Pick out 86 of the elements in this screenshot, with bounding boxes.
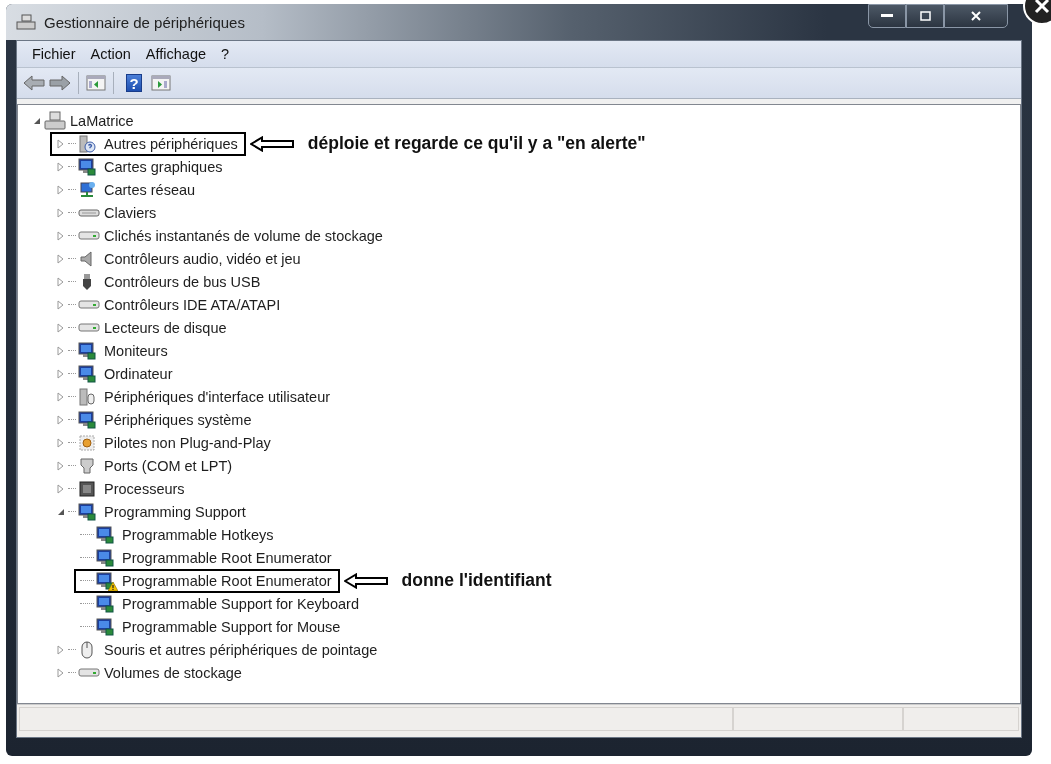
expand-arrow-icon[interactable]	[56, 299, 66, 310]
tree-item[interactable]: Programmable Support for Mouse	[122, 618, 341, 635]
menu-item[interactable]: ?	[214, 44, 237, 64]
tree-item[interactable]: Programming Support	[104, 503, 246, 520]
tree-item[interactable]: Contrôleurs de bus USB	[104, 273, 261, 290]
gear-icon	[78, 433, 96, 452]
monitor-icon	[78, 157, 96, 176]
network-icon	[78, 180, 96, 199]
tree-item[interactable]: Contrôleurs IDE ATA/ATAPI	[104, 296, 281, 313]
maximize-button[interactable]	[906, 4, 944, 28]
tree-item[interactable]: Ordinateur	[104, 365, 173, 382]
drive-icon	[78, 300, 100, 309]
annotation-text: donne l'identifiant	[401, 570, 552, 591]
monitor-icon	[78, 364, 96, 383]
monitor-icon	[78, 502, 96, 521]
tree-item[interactable]: Volumes de stockage	[104, 664, 242, 681]
expand-arrow-icon[interactable]	[56, 368, 66, 379]
minimize-icon	[881, 14, 893, 18]
tree-item[interactable]: Programmable Support for Keyboard	[122, 595, 359, 612]
maximize-icon	[919, 11, 931, 21]
input-device-icon	[78, 387, 96, 406]
drive-icon	[78, 323, 100, 332]
forward-arrow-icon[interactable]	[49, 75, 71, 91]
window-title: Gestionnaire de périphériques	[44, 13, 245, 31]
monitor-icon	[78, 410, 96, 429]
annotation-text: déploie et regarde ce qu'il y a "en alerte"	[307, 133, 646, 154]
tree-item[interactable]: Contrôleurs audio, vidéo et jeu	[104, 250, 301, 267]
tree-item[interactable]: Programmable Root Enumerator	[122, 549, 332, 566]
expand-arrow-icon[interactable]	[56, 460, 66, 471]
console-tree-icon[interactable]	[86, 75, 106, 91]
connector-icon	[78, 456, 96, 475]
monitor-icon	[96, 548, 114, 567]
expand-arrow-icon[interactable]	[56, 184, 66, 195]
pointer-arrow	[343, 572, 388, 589]
expand-arrow-icon[interactable]	[56, 391, 66, 402]
tree-item[interactable]: Ports (COM et LPT)	[104, 457, 233, 474]
pointer-arrow	[249, 135, 294, 152]
tree-item[interactable]: Programmable Hotkeys	[122, 526, 274, 543]
expand-arrow-icon[interactable]	[56, 667, 66, 678]
action-pane-icon[interactable]	[151, 75, 171, 91]
drive-icon	[78, 668, 100, 677]
expand-arrow-icon[interactable]	[56, 483, 66, 494]
close-icon	[971, 11, 981, 21]
tree-item[interactable]: Clichés instantanés de volume de stockage	[104, 227, 383, 244]
expand-arrow-icon[interactable]	[56, 414, 66, 425]
menu-item[interactable]: Affichage	[138, 44, 214, 64]
expand-arrow-icon[interactable]	[56, 276, 66, 287]
expand-arrow-icon[interactable]	[56, 322, 66, 333]
tree-item[interactable]: LaMatrice	[70, 112, 134, 129]
tree-item[interactable]: Lecteurs de disque	[104, 319, 227, 336]
computer-icon	[44, 110, 66, 131]
tree-item[interactable]: Autres périphériques	[104, 135, 238, 152]
menu-item[interactable]: Fichier	[25, 44, 83, 64]
close-button[interactable]	[944, 4, 1008, 28]
expand-arrow-icon[interactable]	[56, 345, 66, 356]
tree-item[interactable]: Souris et autres périphériques de pointage	[104, 641, 378, 658]
monitor-icon	[96, 594, 114, 613]
monitor-icon	[96, 525, 114, 544]
expand-arrow-icon[interactable]	[56, 207, 66, 218]
tree-item[interactable]: Programmable Root Enumerator	[122, 572, 332, 589]
expand-arrow-icon[interactable]	[56, 161, 66, 172]
tree-item[interactable]: Cartes réseau	[104, 181, 196, 198]
question-mark-icon	[78, 134, 96, 153]
tree-item[interactable]: Moniteurs	[104, 342, 168, 359]
monitor-icon	[96, 617, 114, 636]
monitor-icon	[96, 571, 114, 590]
computer-icon	[16, 14, 36, 30]
drive-icon	[78, 231, 100, 240]
monitor-icon	[78, 341, 96, 360]
expand-arrow-icon[interactable]	[56, 230, 66, 241]
chip-icon	[78, 479, 96, 498]
expand-arrow-icon[interactable]	[56, 138, 66, 149]
tree-item[interactable]: Périphériques système	[104, 411, 252, 428]
minimize-button[interactable]	[868, 4, 906, 28]
expand-arrow-icon[interactable]	[56, 644, 66, 655]
tree-item[interactable]: Pilotes non Plug-and-Play	[104, 434, 271, 451]
mouse-icon	[78, 640, 96, 659]
expand-arrow-icon[interactable]	[56, 253, 66, 264]
tree-item[interactable]: Claviers	[104, 204, 157, 221]
tree-item[interactable]: Périphériques d'interface utilisateur	[104, 388, 331, 405]
tree-item[interactable]: Cartes graphiques	[104, 158, 223, 175]
menu-item[interactable]: Action	[83, 44, 138, 64]
tree-item[interactable]: Processeurs	[104, 480, 185, 497]
help-button[interactable]: ?	[126, 74, 142, 92]
keyboard-icon	[78, 208, 100, 217]
expand-arrow-icon[interactable]	[56, 437, 66, 448]
